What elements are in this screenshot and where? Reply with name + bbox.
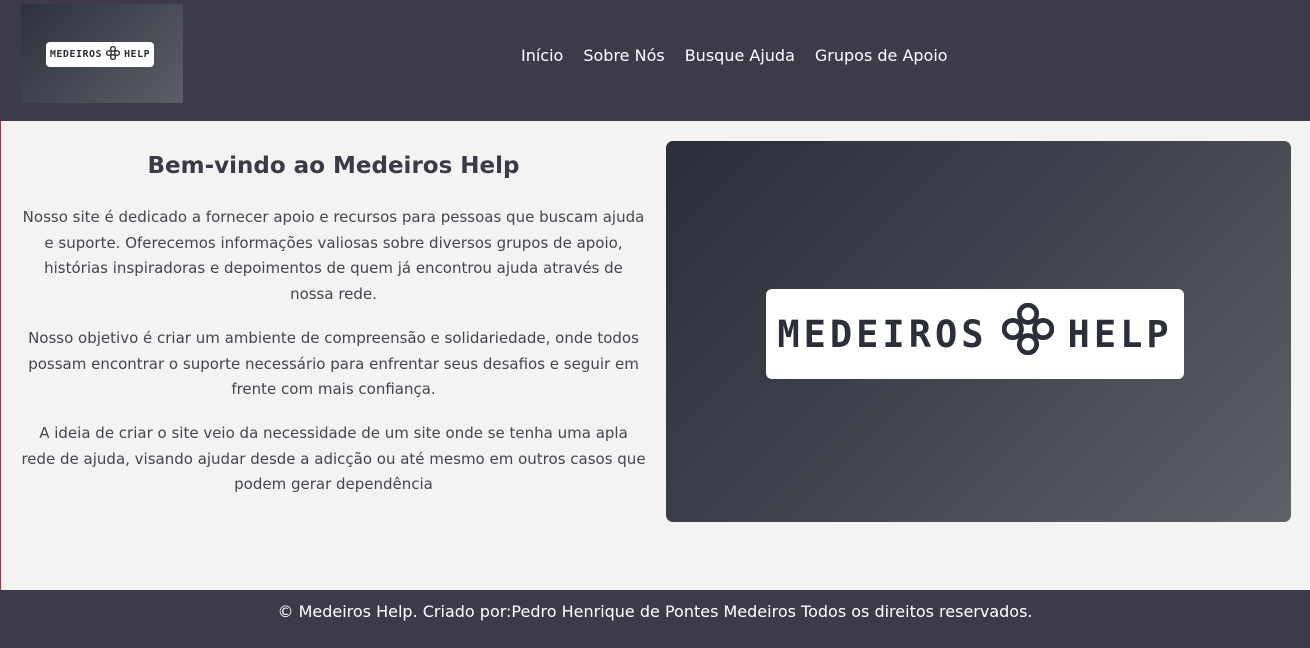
hero-logo-text-right: HELP bbox=[1067, 312, 1173, 356]
hero-image: MEDEIROS HELP bbox=[666, 141, 1291, 522]
logo-text-right: HELP bbox=[124, 49, 151, 60]
intro-paragraph: Nosso site é dedicado a fornecer apoio e… bbox=[22, 208, 645, 304]
logo-text-left: MEDEIROS bbox=[49, 49, 103, 60]
hero-logo-badge: MEDEIROS HELP bbox=[766, 289, 1184, 379]
celtic-knot-icon bbox=[105, 45, 121, 63]
nav-link-grupos-de-apoio[interactable]: Grupos de Apoio bbox=[815, 46, 948, 65]
header-logo[interactable]: MEDEIROS HELP bbox=[21, 4, 183, 103]
hero-logo-text-left: MEDEIROS bbox=[777, 312, 988, 356]
main-content: Bem-vindo ao Medeiros Help Nosso site é … bbox=[1, 121, 1310, 590]
page-title: Bem-vindo ao Medeiros Help bbox=[147, 153, 520, 179]
celtic-knot-icon bbox=[1001, 302, 1054, 366]
site-footer: © Medeiros Help. Criado por:Pedro Henriq… bbox=[0, 590, 1310, 648]
logo-badge: MEDEIROS HELP bbox=[46, 42, 154, 67]
nav-link-sobre-nos[interactable]: Sobre Nós bbox=[583, 46, 664, 65]
intro-paragraph: Nosso objetivo é criar um ambiente de co… bbox=[28, 328, 639, 399]
site-header: MEDEIROS HELP Início Sobre Nós Busque Aj… bbox=[0, 0, 1310, 121]
footer-copyright: © Medeiros Help. Criado por:Pedro Henriq… bbox=[277, 602, 1033, 621]
nav-link-busque-ajuda[interactable]: Busque Ajuda bbox=[685, 46, 795, 65]
nav-link-inicio[interactable]: Início bbox=[521, 46, 563, 65]
intro-paragraph: A ideia de criar o site veio da necessid… bbox=[21, 423, 646, 494]
intro-section: Bem-vindo ao Medeiros Help Nosso site é … bbox=[1, 149, 666, 516]
main-nav: Início Sobre Nós Busque Ajuda Grupos de … bbox=[521, 46, 968, 65]
